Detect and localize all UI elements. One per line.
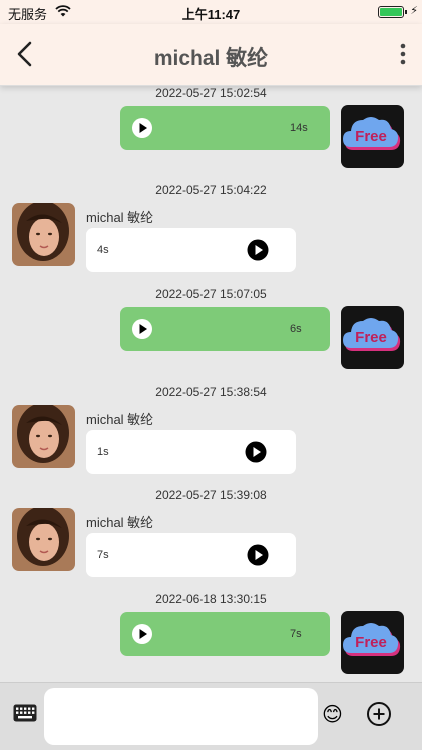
avatar[interactable]: Free [341,105,404,168]
voice-message-bubble[interactable]: 1s [86,430,296,474]
cloud-logo-icon: Free [343,318,401,351]
emoji-icon[interactable]: 😊 [322,702,343,727]
cloud-logo-icon: Free [343,117,401,150]
voice-message-bubble[interactable]: 6s [120,307,330,351]
user-photo [12,508,75,571]
avatar[interactable] [12,203,75,266]
play-icon[interactable] [247,544,269,566]
voice-duration: 1s [97,446,109,458]
play-icon[interactable] [131,117,153,139]
play-icon[interactable] [245,441,267,463]
voice-message-bubble[interactable]: 7s [86,533,296,577]
avatar-text: Free [355,634,387,651]
avatar[interactable]: Free [341,306,404,369]
avatar-text: Free [355,128,387,145]
voice-duration: 7s [97,549,109,561]
battery-icon [378,6,404,18]
voice-duration: 7s [290,628,302,640]
voice-message-bubble[interactable]: 4s [86,228,296,272]
message-timestamp: 2022-06-18 13:30:15 [155,592,267,606]
voice-message-bubble[interactable]: 7s [120,612,330,656]
user-photo [12,203,75,266]
avatar[interactable] [12,508,75,571]
status-time: 上午11:47 [181,7,241,22]
voice-duration: 14s [290,122,308,134]
message-timestamp: 2022-05-27 15:38:54 [155,385,267,399]
user-photo [12,405,75,468]
sender-name: michal 敏纶 [86,412,154,427]
play-icon[interactable] [131,318,153,340]
message-input[interactable] [44,688,318,745]
bolt-icon: ⚡ [410,5,418,17]
sender-name: michal 敏纶 [86,210,154,225]
input-bar: 😊 [0,682,422,750]
battery-tip [405,10,407,14]
nav-bar: michal 敏纶 [0,24,422,86]
avatar-text: Free [355,329,387,346]
avatar[interactable] [12,405,75,468]
play-icon[interactable] [247,239,269,261]
message-timestamp: 2022-05-27 15:07:05 [155,287,267,301]
plus-circle-icon[interactable] [366,701,392,727]
message-timestamp: 2022-05-27 15:39:08 [155,488,267,502]
chat-list[interactable]: 2022-05-27 15:02:54 14s Free 2022-05-27 … [0,86,422,682]
status-bar: 无服务 上午11:47 ⚡ [0,0,422,24]
voice-duration: 4s [97,244,109,256]
message-timestamp: 2022-05-27 15:04:22 [155,183,267,197]
sender-name: michal 敏纶 [86,515,154,530]
page-title: michal 敏纶 [153,47,269,70]
message-timestamp: 2022-05-27 15:02:54 [155,86,267,100]
cloud-logo-icon: Free [343,623,401,656]
play-icon[interactable] [131,623,153,645]
avatar[interactable]: Free [341,611,404,674]
voice-duration: 6s [290,323,302,335]
voice-message-bubble[interactable]: 14s [120,106,330,150]
keyboard-icon[interactable] [13,704,37,722]
more-vertical-icon[interactable] [400,42,406,66]
